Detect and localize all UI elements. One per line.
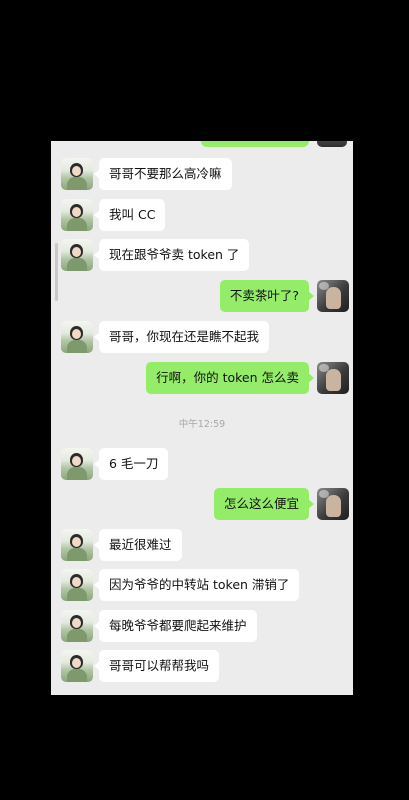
incoming-message-bubble[interactable]: 哥哥不要那么高冷嘛 (94, 158, 232, 190)
incoming-message-bubble[interactable]: 哥哥可以帮帮我吗 (93, 650, 220, 682)
contact-avatar[interactable] (61, 610, 93, 642)
message-row: 我叫 CC (51, 199, 353, 235)
message-row: 行啊，你的 token 怎么卖 (51, 362, 353, 398)
message-row: 因为爷爷的中转站 token 滞销了 (51, 569, 353, 605)
contact-avatar[interactable] (61, 239, 93, 271)
message-row: 哥哥不要那么高冷嘛 (51, 158, 353, 194)
contact-avatar[interactable] (61, 199, 93, 231)
contact-avatar[interactable] (61, 448, 93, 480)
chat-window: 哥哥不要那么高冷嘛 我叫 CC 现在跟爷爷卖 token 了 不卖茶叶了? 哥哥… (51, 141, 353, 695)
contact-avatar[interactable] (61, 650, 93, 682)
outgoing-message-bubble[interactable]: 不卖茶叶了? (219, 280, 315, 312)
self-avatar[interactable] (317, 488, 349, 520)
message-row: 每晚爷爷都要爬起来维护 (51, 610, 353, 646)
incoming-message-bubble[interactable]: 我叫 CC (93, 199, 166, 231)
message-row: 现在跟爷爷卖 token 了 (51, 239, 353, 275)
contact-avatar[interactable] (61, 569, 93, 601)
incoming-message-bubble[interactable]: 现在跟爷爷卖 token 了 (93, 239, 250, 271)
contact-avatar[interactable] (61, 321, 93, 353)
contact-avatar[interactable] (61, 529, 93, 561)
contact-avatar[interactable] (61, 158, 93, 190)
message-row: 怎么这么便宜 (51, 488, 353, 524)
incoming-message-bubble[interactable]: 最近很难过 (94, 529, 182, 561)
self-avatar[interactable] (317, 280, 349, 312)
message-row: 哥哥可以帮帮我吗 (51, 650, 353, 686)
message-timestamp: 中午12:59 (178, 419, 226, 430)
message-row: 不卖茶叶了? (51, 280, 353, 316)
incoming-message-bubble[interactable]: 每晚爷爷都要爬起来维护 (94, 610, 257, 642)
message-row: 哥哥，你现在还是瞧不起我 (51, 321, 353, 357)
incoming-message-bubble[interactable]: 因为爷爷的中转站 token 滞销了 (93, 569, 300, 601)
self-avatar[interactable] (317, 362, 349, 394)
outgoing-message-bubble[interactable]: 行啊，你的 token 怎么卖 (146, 362, 314, 394)
previous-message-bubble[interactable] (201, 141, 309, 147)
incoming-message-bubble[interactable]: 6 毛一刀 (93, 448, 169, 480)
message-row: 最近很难过 (51, 529, 353, 565)
previous-self-avatar[interactable] (317, 141, 347, 147)
outgoing-message-bubble[interactable]: 怎么这么便宜 (213, 488, 315, 520)
incoming-message-bubble[interactable]: 哥哥，你现在还是瞧不起我 (93, 321, 270, 353)
message-row: 6 毛一刀 (51, 448, 353, 484)
